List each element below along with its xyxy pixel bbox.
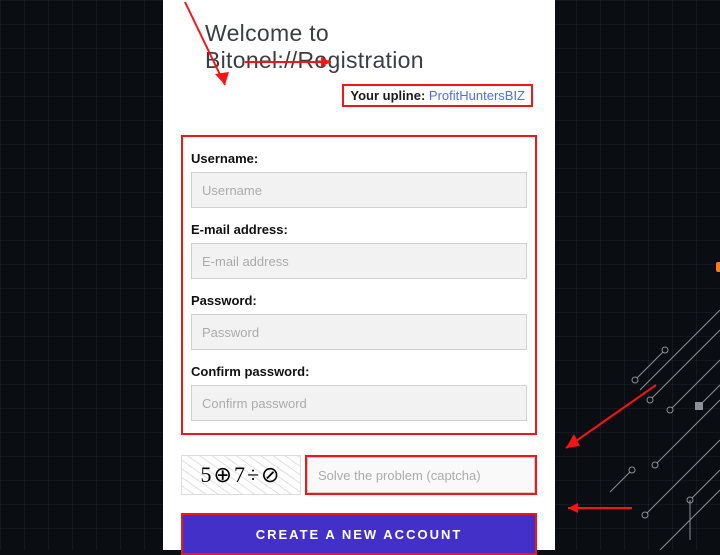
username-input[interactable] bbox=[191, 172, 527, 208]
email-label: E-mail address: bbox=[191, 222, 527, 237]
captcha-highlight-box bbox=[305, 455, 537, 495]
page-title: Welcome to Bitonel://Registration bbox=[205, 20, 537, 74]
captcha-text: 5⊕7÷⊘ bbox=[201, 462, 282, 488]
upline-link[interactable]: ProfitHuntersBIZ bbox=[429, 88, 525, 103]
password-input[interactable] bbox=[191, 314, 527, 350]
password-label: Password: bbox=[191, 293, 527, 308]
username-label: Username: bbox=[191, 151, 527, 166]
create-account-button[interactable]: CREATE A NEW ACCOUNT bbox=[183, 515, 535, 553]
email-input[interactable] bbox=[191, 243, 527, 279]
captcha-row: 5⊕7÷⊘ bbox=[181, 455, 537, 495]
confirm-password-input[interactable] bbox=[191, 385, 527, 421]
upline-label: Your upline: bbox=[350, 88, 425, 103]
edge-tab bbox=[716, 262, 720, 272]
captcha-input[interactable] bbox=[307, 457, 535, 493]
submit-highlight-box: CREATE A NEW ACCOUNT bbox=[181, 513, 537, 555]
captcha-image: 5⊕7÷⊘ bbox=[181, 455, 301, 495]
registration-card: Welcome to Bitonel://Registration Your u… bbox=[163, 0, 555, 550]
confirm-label: Confirm password: bbox=[191, 364, 527, 379]
form-highlight-box: Username: E-mail address: Password: Conf… bbox=[181, 135, 537, 435]
upline-row: Your upline: ProfitHuntersBIZ bbox=[181, 84, 533, 107]
upline-highlight: Your upline: ProfitHuntersBIZ bbox=[342, 84, 533, 107]
